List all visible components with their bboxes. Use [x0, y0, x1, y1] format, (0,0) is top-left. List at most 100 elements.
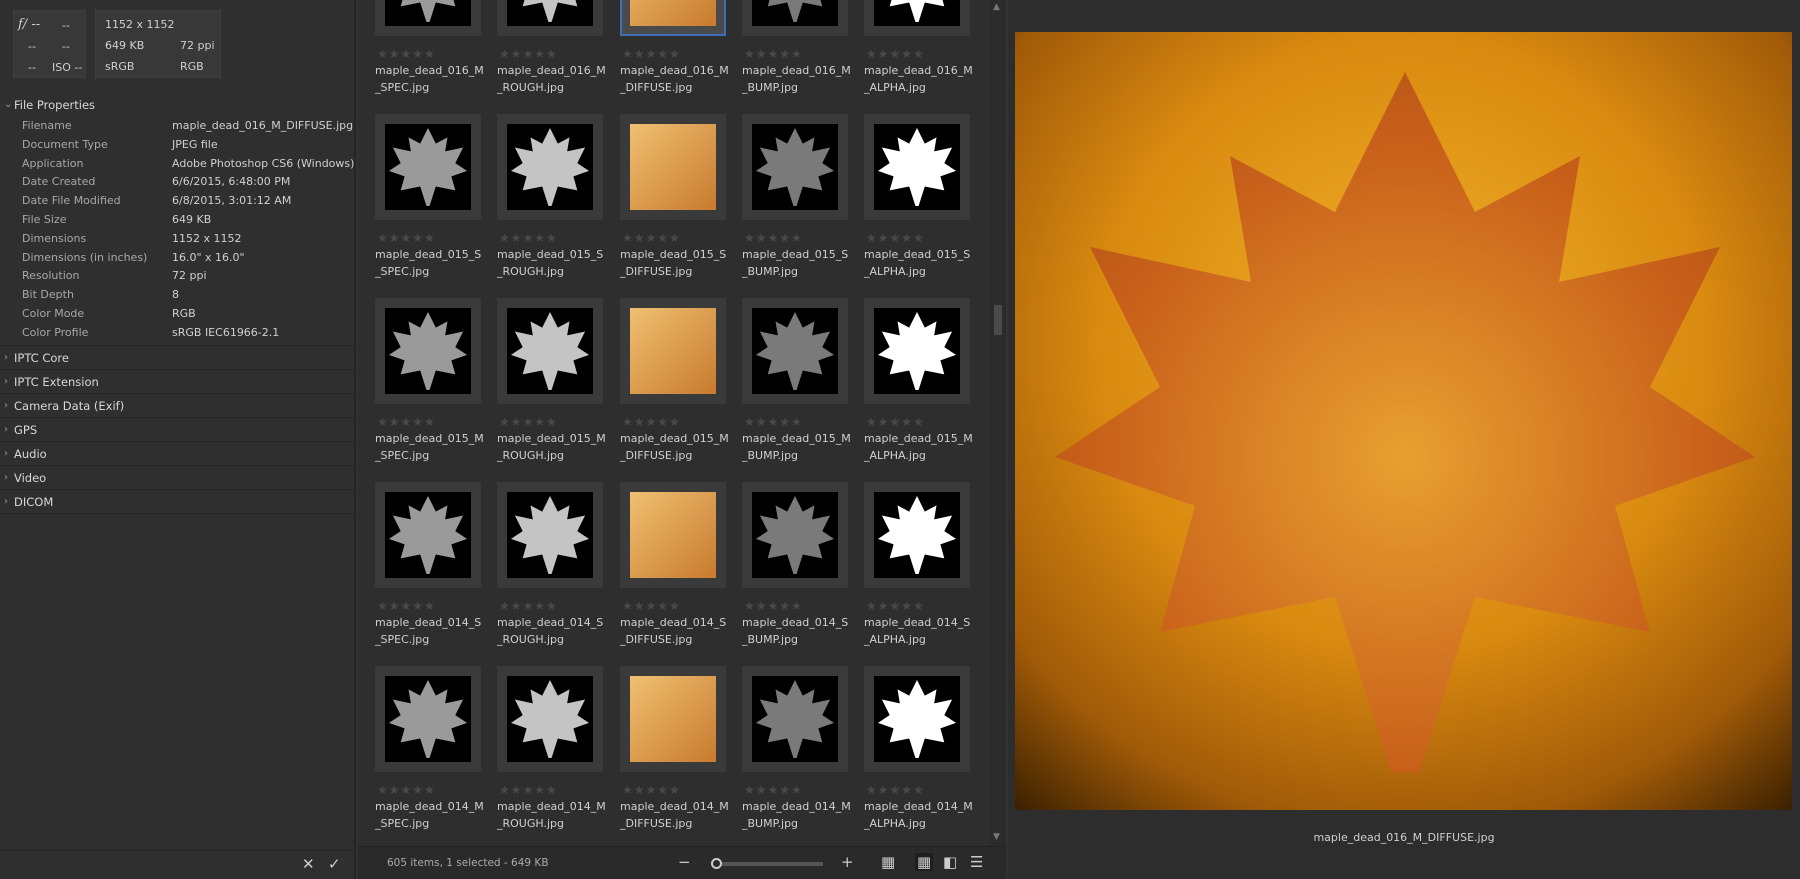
property-value[interactable]: 8 [172, 286, 179, 305]
section-dicom[interactable]: › DICOM [0, 490, 356, 514]
thumbnail[interactable] [497, 482, 603, 588]
zoom-in-icon[interactable]: + [841, 853, 854, 871]
rating-stars[interactable]: ★★★★★ [622, 415, 681, 429]
thumbnail[interactable] [620, 482, 726, 588]
property-label: Bit Depth [22, 288, 74, 302]
cancel-icon[interactable]: ✕ [302, 855, 315, 873]
thumbnail[interactable] [375, 114, 481, 220]
property-value[interactable]: 16.0" x 16.0" [172, 249, 245, 268]
rating-stars[interactable]: ★★★★★ [377, 783, 436, 797]
rating-stars[interactable]: ★★★★★ [499, 415, 558, 429]
thumbnail[interactable] [742, 114, 848, 220]
view-list-icon[interactable]: ☰ [970, 853, 983, 871]
thumbnail-size-slider[interactable] [711, 858, 823, 869]
thumbnail-label: maple_dead_016_M _ALPHA.jpg [864, 64, 973, 94]
section-gps[interactable]: › GPS [0, 418, 356, 442]
thumbnail[interactable] [375, 298, 481, 404]
thumbnail[interactable] [375, 0, 481, 36]
property-value[interactable]: 649 KB [172, 211, 211, 230]
property-value[interactable]: 6/6/2015, 6:48:00 PM [172, 173, 290, 192]
section-file-properties[interactable]: ⌄ File Properties [0, 93, 356, 117]
rating-stars[interactable]: ★★★★★ [377, 599, 436, 613]
property-label: Color Profile [22, 325, 89, 339]
scroll-down-icon[interactable]: ▼ [993, 832, 1000, 842]
thumbnail[interactable] [375, 482, 481, 588]
summary-mode: RGB [180, 60, 204, 73]
rating-stars[interactable]: ★★★★★ [744, 783, 803, 797]
thumbnail[interactable] [497, 0, 603, 36]
thumbnail[interactable] [864, 0, 970, 36]
rating-stars[interactable]: ★★★★★ [377, 47, 436, 61]
grid-lock-icon[interactable]: ▦ [881, 853, 895, 871]
rating-stars[interactable]: ★★★★★ [622, 231, 681, 245]
rating-stars[interactable]: ★★★★★ [377, 231, 436, 245]
rating-stars[interactable]: ★★★★★ [866, 415, 925, 429]
filename-suffix: ROUGH [502, 81, 544, 94]
thumbnail[interactable] [497, 114, 603, 220]
rating-stars[interactable]: ★★★★★ [866, 783, 925, 797]
scroll-up-icon[interactable]: ▲ [993, 2, 1000, 12]
section-audio[interactable]: › Audio [0, 442, 356, 466]
property-row: Bit Depth 8 [0, 286, 356, 305]
rating-stars[interactable]: ★★★★★ [866, 599, 925, 613]
rating-stars[interactable]: ★★★★★ [744, 599, 803, 613]
scroll-thumb[interactable] [994, 305, 1002, 335]
thumbnail[interactable] [864, 114, 970, 220]
thumbnail[interactable] [620, 666, 726, 772]
status-text: 605 items, 1 selected - 649 KB [387, 857, 549, 869]
thumbnail[interactable] [620, 114, 726, 220]
chevron-right-icon: › [4, 471, 8, 483]
shutter: -- [62, 19, 70, 32]
thumbnail[interactable] [497, 666, 603, 772]
content-scrollbar[interactable]: ▲ ▼ [990, 0, 1006, 846]
property-value[interactable]: maple_dead_016_M_DIFFUSE.jpg [172, 117, 353, 136]
thumbnail-label: maple_dead_014_M _BUMP.jpg [742, 800, 851, 830]
rating-stars[interactable]: ★★★★★ [499, 599, 558, 613]
section-iptc-extension[interactable]: › IPTC Extension [0, 370, 356, 394]
zoom-out-icon[interactable]: − [678, 853, 691, 871]
section-video[interactable]: › Video [0, 466, 356, 490]
thumbnail[interactable] [864, 666, 970, 772]
rating-stars[interactable]: ★★★★★ [866, 47, 925, 61]
view-thumbnails-icon[interactable]: ▦ [915, 853, 934, 871]
thumbnail[interactable] [742, 482, 848, 588]
rating-stars[interactable]: ★★★★★ [622, 47, 681, 61]
thumbnail[interactable] [620, 0, 726, 36]
section-camera-data-exif-[interactable]: › Camera Data (Exif) [0, 394, 356, 418]
rating-stars[interactable]: ★★★★★ [499, 47, 558, 61]
rating-stars[interactable]: ★★★★★ [499, 783, 558, 797]
slider-knob[interactable] [711, 858, 722, 869]
view-details-icon[interactable]: ◧ [943, 853, 957, 871]
thumbnail[interactable] [742, 0, 848, 36]
filename-prefix: maple_dead_015_S [864, 248, 971, 261]
property-value[interactable]: JPEG file [172, 136, 218, 155]
thumbnail[interactable] [742, 666, 848, 772]
rating-stars[interactable]: ★★★★★ [499, 231, 558, 245]
thumbnail[interactable] [864, 298, 970, 404]
thumbnail[interactable] [742, 298, 848, 404]
section-iptc-core[interactable]: › IPTC Core [0, 346, 356, 370]
property-value[interactable]: 1152 x 1152 [172, 230, 242, 249]
thumbnail-label: maple_dead_016_M _ROUGH.jpg [497, 64, 606, 94]
rating-stars[interactable]: ★★★★★ [622, 599, 681, 613]
property-value[interactable]: 72 ppi [172, 267, 207, 286]
section-title: Audio [14, 446, 47, 461]
rating-stars[interactable]: ★★★★★ [744, 231, 803, 245]
apply-icon[interactable]: ✓ [328, 855, 341, 873]
thumbnail[interactable] [375, 666, 481, 772]
thumbnail[interactable] [497, 298, 603, 404]
property-value[interactable]: Adobe Photoshop CS6 (Windows) [172, 155, 354, 174]
property-value[interactable]: RGB [172, 305, 196, 324]
section-title: GPS [14, 422, 38, 437]
thumbnail[interactable] [864, 482, 970, 588]
property-value[interactable]: 6/8/2015, 3:01:12 AM [172, 192, 291, 211]
thumbnail-image [385, 676, 471, 762]
section-title: Video [14, 470, 47, 485]
thumbnail[interactable] [620, 298, 726, 404]
rating-stars[interactable]: ★★★★★ [744, 47, 803, 61]
rating-stars[interactable]: ★★★★★ [866, 231, 925, 245]
rating-stars[interactable]: ★★★★★ [744, 415, 803, 429]
property-value[interactable]: sRGB IEC61966-2.1 [172, 324, 279, 343]
rating-stars[interactable]: ★★★★★ [622, 783, 681, 797]
rating-stars[interactable]: ★★★★★ [377, 415, 436, 429]
